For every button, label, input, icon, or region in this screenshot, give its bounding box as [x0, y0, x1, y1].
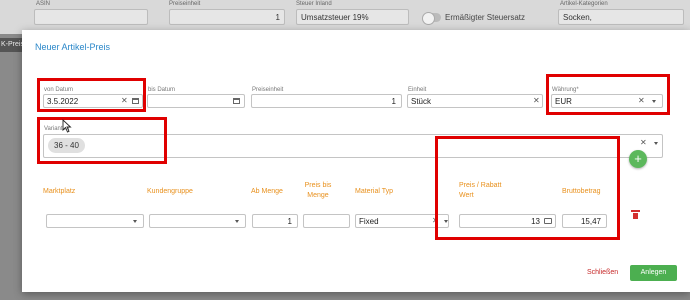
calendar-icon[interactable] — [132, 98, 139, 104]
price-discount-input[interactable]: 13 — [459, 214, 556, 228]
from-date-label: von Datum — [44, 87, 74, 93]
bg-side-tab: K-Preis — [0, 38, 22, 52]
to-qty-input[interactable] — [303, 214, 350, 228]
background-form: ASIN Preiseinheit 1 Steuer Inland Umsatz… — [0, 0, 690, 34]
unit-value: Stück — [411, 97, 432, 106]
trash-icon[interactable] — [631, 210, 640, 219]
calculator-icon[interactable] — [544, 218, 552, 224]
chevron-down-icon[interactable] — [444, 220, 448, 223]
price-discount-value: 13 — [531, 217, 540, 226]
customer-group-select[interactable] — [149, 214, 246, 228]
bg-unit-field: 1 — [169, 9, 285, 25]
price-unit-field[interactable]: 1 — [251, 94, 402, 108]
new-price-dialog: Neuer Artikel-Preis von Datum 3.5.2022 ✕… — [22, 30, 690, 292]
material-type-select[interactable]: Fixed ✕ — [355, 214, 449, 228]
clear-icon[interactable]: ✕ — [432, 216, 439, 225]
col-from-qty: Ab Menge — [251, 188, 283, 195]
bg-categories-field: Socken, — [558, 9, 684, 25]
dialog-title: Neuer Artikel-Preis — [35, 42, 111, 52]
clear-icon[interactable]: ✕ — [121, 96, 128, 105]
variant-chip[interactable]: 36 - 40 — [48, 138, 85, 153]
bg-unit-label: Preiseinheit — [169, 1, 201, 7]
price-unit-label: Preiseinheit — [252, 87, 284, 93]
create-button[interactable]: Anlegen — [630, 265, 677, 281]
currency-label: Währung* — [552, 87, 579, 93]
add-row-button[interactable]: + — [629, 150, 647, 168]
clear-icon[interactable]: ✕ — [638, 96, 645, 105]
material-type-value: Fixed — [359, 217, 379, 226]
bg-asin-label: ASIN — [36, 1, 51, 7]
bg-tax-label: Steuer Inland — [296, 1, 332, 7]
to-date-field[interactable] — [147, 94, 245, 108]
currency-select[interactable]: EUR ✕ — [551, 94, 663, 108]
col-customer-group: Kundengruppe — [147, 188, 193, 195]
bg-reduced-tax-label: Ermäßigter Steuersatz — [445, 13, 526, 22]
gross-input[interactable]: 15,47 — [562, 214, 607, 228]
unit-field[interactable]: Stück ✕ — [407, 94, 543, 108]
col-to-qty: Preis bis Menge — [304, 182, 332, 199]
clear-icon[interactable]: ✕ — [640, 138, 647, 147]
chevron-down-icon[interactable] — [652, 100, 656, 103]
bg-tax-field: Umsatzsteuer 19% — [296, 9, 409, 25]
currency-value: EUR — [555, 97, 572, 106]
col-gross: Bruttobetrag — [562, 188, 601, 195]
to-date-label: bis Datum — [148, 87, 176, 93]
from-date-value: 3.5.2022 — [47, 97, 79, 106]
calendar-icon[interactable] — [233, 98, 240, 104]
from-qty-input[interactable]: 1 — [252, 214, 298, 228]
col-price-discount: Preis / Rabatt Wert — [459, 182, 502, 199]
col-material-type: Material Typ — [355, 188, 393, 195]
bg-categories-label: Artikel-Kategorien — [560, 1, 608, 7]
gross-value: 15,47 — [580, 217, 601, 226]
close-button[interactable]: Schließen — [587, 269, 618, 276]
clear-icon[interactable]: ✕ — [533, 96, 540, 105]
unit-label: Einheit — [408, 87, 427, 93]
col-marketplace: Marktplatz — [43, 188, 76, 195]
variants-select[interactable]: ✕ — [43, 134, 663, 158]
from-qty-value: 1 — [287, 217, 292, 226]
marketplace-select[interactable] — [46, 214, 144, 228]
mouse-cursor-icon — [62, 118, 72, 135]
bg-tax-value: Umsatzsteuer 19% — [301, 13, 369, 22]
bg-asin-field — [34, 9, 148, 25]
chevron-down-icon[interactable] — [133, 220, 137, 223]
bg-reduced-tax-toggle — [422, 12, 441, 25]
from-date-field[interactable]: 3.5.2022 ✕ — [43, 94, 143, 108]
chevron-down-icon[interactable] — [654, 142, 658, 145]
chevron-down-icon[interactable] — [235, 220, 239, 223]
price-unit-value: 1 — [391, 97, 396, 106]
